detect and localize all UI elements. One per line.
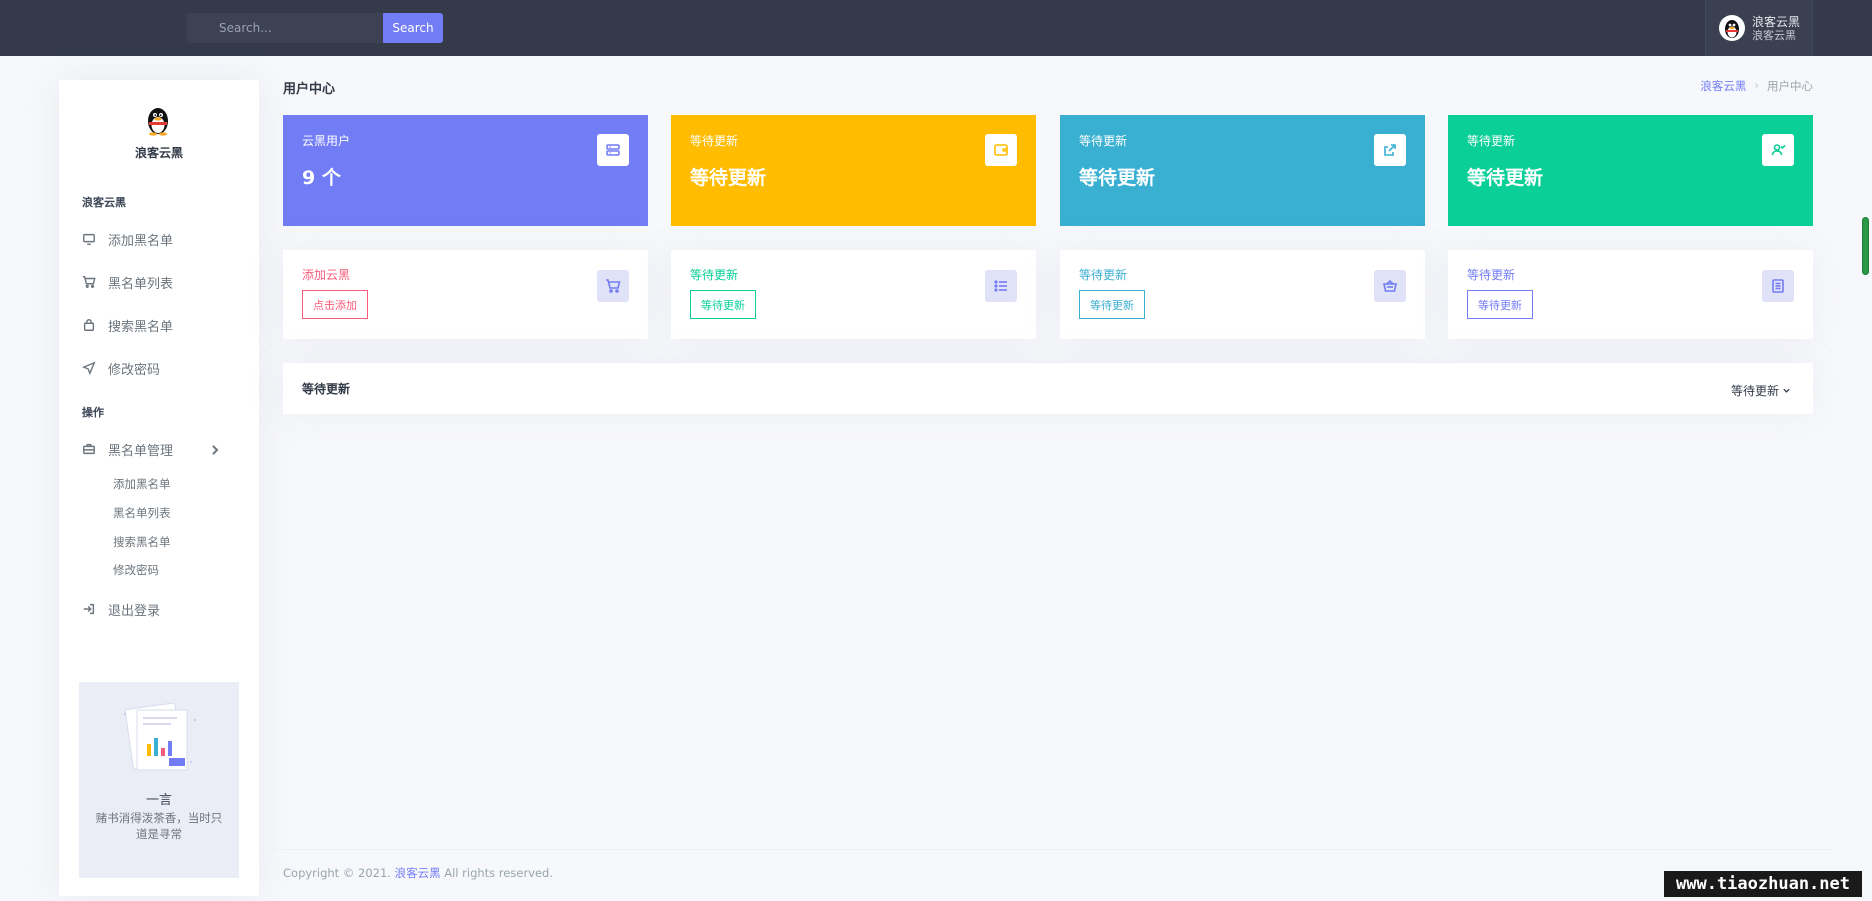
bag-icon xyxy=(83,319,95,331)
action-card-pending-2: 等待更新 等待更新 xyxy=(1060,250,1425,339)
stat-card-pending-3: 等待更新 等待更新 xyxy=(1448,115,1813,226)
breadcrumb: 浪客云黑 › 用户中心 xyxy=(1700,78,1813,94)
pending-button-1[interactable]: 等待更新 xyxy=(690,290,756,319)
watermark: www.tiaozhuan.net xyxy=(1664,871,1862,897)
stat-label: 等待更新 xyxy=(1467,134,1516,148)
action-card-pending-3: 等待更新 等待更新 xyxy=(1448,250,1813,339)
sidebar-item-label: 退出登录 xyxy=(108,603,161,619)
action-label: 等待更新 xyxy=(1467,268,1516,282)
wallet-icon xyxy=(994,144,1008,156)
pending-button-3[interactable]: 等待更新 xyxy=(1467,290,1533,319)
stat-icon-box xyxy=(1762,134,1794,166)
panel-title: 等待更新 xyxy=(302,382,351,396)
breadcrumb-current: 用户中心 xyxy=(1767,79,1813,93)
chevron-right-icon xyxy=(212,445,219,455)
sidebar-item-label: 黑名单列表 xyxy=(108,276,174,292)
sidebar-item-label: 修改密码 xyxy=(108,362,161,378)
stat-icon-box xyxy=(597,134,629,166)
action-card-add: 添加云黑 点击添加 xyxy=(283,250,648,339)
footer-brand-link[interactable]: 浪客云黑 xyxy=(395,866,441,880)
action-label: 等待更新 xyxy=(690,268,739,282)
dropdown-label: 等待更新 xyxy=(1730,384,1779,398)
action-card-pending-1: 等待更新 等待更新 xyxy=(671,250,1036,339)
sidebar-item-change-password[interactable]: 修改密码 xyxy=(82,357,242,379)
add-blacklist-button[interactable]: 点击添加 xyxy=(302,290,368,319)
scrollbar[interactable] xyxy=(1862,217,1869,275)
submenu-item-list[interactable]: 黑名单列表 xyxy=(113,505,171,521)
stat-label: 等待更新 xyxy=(690,134,739,148)
user-menu[interactable]: 浪客云黑 浪客云黑 xyxy=(1705,0,1813,56)
brand-name: 浪客云黑 xyxy=(134,146,183,160)
stat-label: 等待更新 xyxy=(1079,134,1128,148)
sidebar-item-blacklist-manage[interactable]: 黑名单管理 xyxy=(82,438,242,460)
share-icon xyxy=(1384,144,1396,156)
search-button[interactable]: Search xyxy=(383,13,443,43)
user-icon xyxy=(1771,144,1786,156)
stat-card-pending-2: 等待更新 等待更新 xyxy=(1060,115,1425,226)
avatar xyxy=(1719,15,1745,41)
sidebar-item-label: 黑名单管理 xyxy=(108,443,174,459)
sidebar-item-blacklist-list[interactable]: 黑名单列表 xyxy=(82,271,242,293)
document-icon xyxy=(1772,279,1784,293)
penguin-logo-icon xyxy=(148,108,168,136)
logout-icon xyxy=(83,603,95,615)
search-input[interactable] xyxy=(187,13,383,43)
sidebar-item-label: 搜索黑名单 xyxy=(108,319,174,335)
server-icon xyxy=(606,144,620,156)
quote-box: 一言 赌书消得泼茶香，当时只道是寻常 xyxy=(79,682,239,878)
stat-value: 等待更新 xyxy=(1079,167,1156,189)
stat-label: 云黑用户 xyxy=(302,134,351,148)
list-icon xyxy=(994,280,1007,292)
stat-icon-box xyxy=(985,134,1017,166)
breadcrumb-home-link[interactable]: 浪客云黑 xyxy=(1700,78,1746,94)
submenu-item-search[interactable]: 搜索黑名单 xyxy=(113,534,171,550)
pending-panel: 等待更新 等待更新 xyxy=(283,363,1813,414)
page-title: 用户中心 xyxy=(283,82,336,97)
stat-value: 等待更新 xyxy=(1467,167,1544,189)
stat-card-users: 云黑用户 9 个 xyxy=(283,115,648,226)
sidebar-item-logout[interactable]: 退出登录 xyxy=(82,598,242,620)
footer-copyright: Copyright © 2021. xyxy=(283,866,391,880)
sidebar-item-add-blacklist[interactable]: 添加黑名单 xyxy=(82,228,242,250)
top-navbar: Search 浪客云黑 浪客云黑 xyxy=(0,0,1872,56)
basket-icon xyxy=(1383,279,1397,292)
submenu-item-add[interactable]: 添加黑名单 xyxy=(113,476,171,492)
user-role: 浪客云黑 xyxy=(1752,29,1796,42)
submenu-item-password[interactable]: 修改密码 xyxy=(113,562,159,578)
panel-dropdown[interactable]: 等待更新 xyxy=(1731,382,1791,399)
sidebar-item-label: 添加黑名单 xyxy=(108,233,174,249)
menu-section-title: 浪客云黑 xyxy=(82,196,126,209)
report-illustration xyxy=(123,702,197,771)
action-icon-box xyxy=(1762,270,1794,302)
penguin-icon xyxy=(1725,20,1739,38)
briefcase-icon xyxy=(83,443,95,455)
stat-value: 9 个 xyxy=(302,167,341,189)
pending-button-2[interactable]: 等待更新 xyxy=(1079,290,1145,319)
cart-icon xyxy=(82,276,96,288)
chevron-down-icon xyxy=(1783,388,1790,393)
action-label: 等待更新 xyxy=(1079,268,1128,282)
cart-icon xyxy=(606,279,621,293)
menu-section-title: 操作 xyxy=(82,406,104,419)
footer-rights: All rights reserved. xyxy=(444,866,554,880)
monitor-icon xyxy=(83,233,95,245)
action-icon-box xyxy=(1374,270,1406,302)
quote-title: 一言 xyxy=(145,793,172,808)
send-icon xyxy=(82,361,96,375)
footer-divider xyxy=(259,849,1832,850)
action-icon-box xyxy=(597,270,629,302)
footer: Copyright © 2021. 浪客云黑 All rights reserv… xyxy=(283,865,553,881)
stat-value: 等待更新 xyxy=(690,167,767,189)
stat-card-pending-1: 等待更新 等待更新 xyxy=(671,115,1036,226)
stat-icon-box xyxy=(1374,134,1406,166)
action-icon-box xyxy=(985,270,1017,302)
quote-text: 赌书消得泼茶香，当时只道是寻常 xyxy=(95,811,223,841)
sidebar-item-search-blacklist[interactable]: 搜索黑名单 xyxy=(82,314,242,336)
breadcrumb-separator: › xyxy=(1754,78,1759,92)
action-label: 添加云黑 xyxy=(302,268,351,282)
left-sidebar: 浪客云黑 浪客云黑 添加黑名单 黑名单列表 搜索黑名单 修改密码 操作 黑名单管… xyxy=(59,80,259,896)
